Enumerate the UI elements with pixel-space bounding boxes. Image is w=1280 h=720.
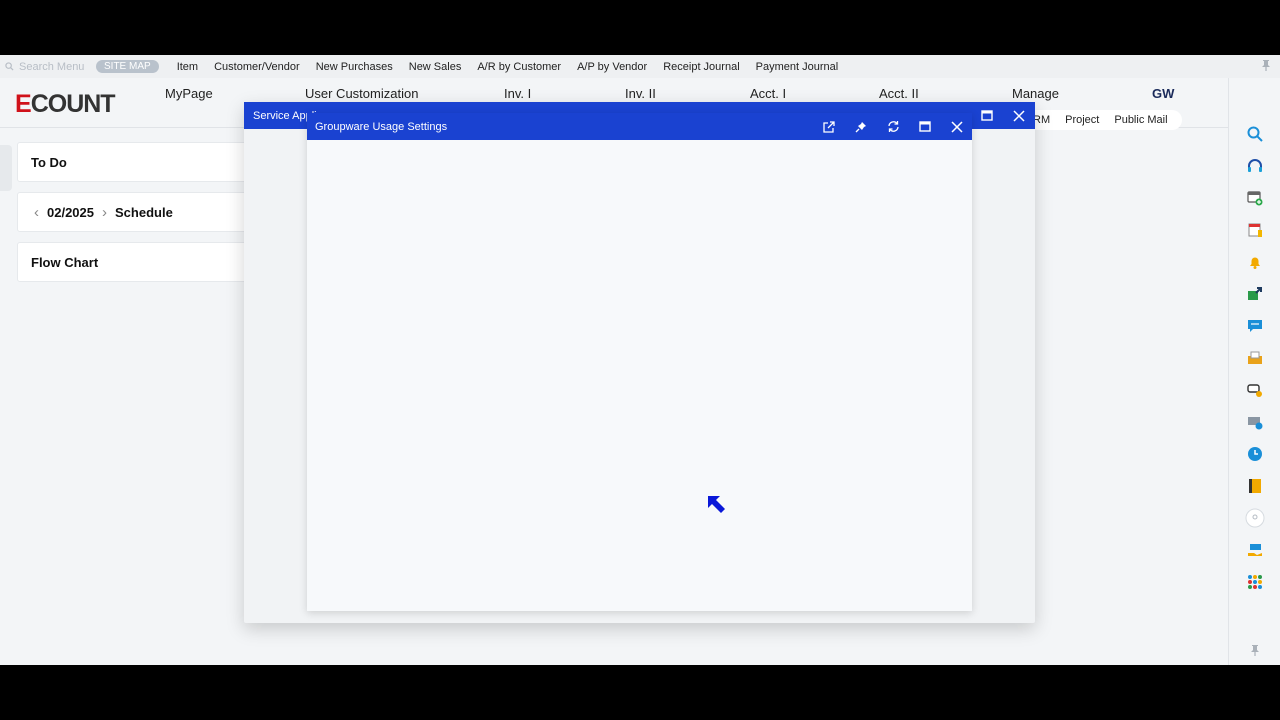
refresh-icon[interactable] bbox=[879, 113, 907, 140]
schedule-title: Schedule bbox=[115, 204, 173, 220]
groupware-usage-settings-title: Groupware Usage Settings bbox=[315, 120, 448, 133]
nav-acct-1[interactable]: Acct. I bbox=[750, 86, 786, 101]
maximize-icon[interactable] bbox=[973, 102, 1001, 129]
document-icon[interactable] bbox=[1245, 220, 1265, 240]
nav-inv-2[interactable]: Inv. II bbox=[625, 86, 656, 101]
add-window-icon[interactable] bbox=[1245, 188, 1265, 208]
hand-money-icon[interactable] bbox=[1245, 540, 1265, 560]
share-icon[interactable] bbox=[1245, 284, 1265, 304]
nav-manage[interactable]: Manage bbox=[1012, 86, 1059, 101]
right-icon-rail bbox=[1228, 78, 1280, 665]
flowchart-title: Flow Chart bbox=[31, 254, 99, 270]
close-icon[interactable] bbox=[943, 113, 971, 140]
pin-icon[interactable] bbox=[1261, 59, 1271, 74]
quick-new-purchases[interactable]: New Purchases bbox=[316, 61, 393, 73]
sidebar-grip-handle[interactable] bbox=[0, 145, 12, 191]
next-month-icon[interactable]: › bbox=[102, 204, 107, 221]
search-icon[interactable] bbox=[1245, 124, 1265, 144]
nav-user-customization[interactable]: User Customization bbox=[305, 86, 418, 101]
book-icon[interactable] bbox=[1245, 476, 1265, 496]
quick-payment-journal[interactable]: Payment Journal bbox=[756, 61, 839, 73]
quick-receipt-journal[interactable]: Receipt Journal bbox=[663, 61, 739, 73]
tab-public-mail[interactable]: Public Mail bbox=[1114, 114, 1167, 126]
pin-icon[interactable] bbox=[847, 113, 875, 140]
mouse-cursor-icon bbox=[706, 494, 728, 521]
card-icon[interactable] bbox=[1245, 380, 1265, 400]
bell-icon[interactable] bbox=[1245, 252, 1265, 272]
headset-icon[interactable] bbox=[1245, 156, 1265, 176]
payment-icon[interactable] bbox=[1245, 412, 1265, 432]
nav-inv-1[interactable]: Inv. I bbox=[504, 86, 531, 101]
quick-ar-by-customer[interactable]: A/R by Customer bbox=[477, 61, 561, 73]
maximize-icon[interactable] bbox=[911, 113, 939, 140]
todo-widget[interactable]: To Do bbox=[17, 142, 257, 182]
inbox-icon[interactable] bbox=[1245, 348, 1265, 368]
chat-icon[interactable] bbox=[1245, 316, 1265, 336]
nav-acct-2[interactable]: Acct. II bbox=[879, 86, 919, 101]
todo-title: To Do bbox=[31, 154, 67, 170]
quick-customer-vendor[interactable]: Customer/Vendor bbox=[214, 61, 300, 73]
groupware-usage-settings-modal: Groupware Usage Settings bbox=[307, 113, 972, 611]
schedule-date: 02/2025 bbox=[47, 204, 94, 220]
tab-project[interactable]: Project bbox=[1065, 114, 1099, 126]
clock-icon[interactable] bbox=[1245, 444, 1265, 464]
close-icon[interactable] bbox=[1005, 102, 1033, 129]
schedule-widget: ‹ 02/2025 › Schedule bbox=[17, 192, 257, 232]
search-icon bbox=[5, 62, 14, 71]
groupware-usage-settings-titlebar[interactable]: Groupware Usage Settings bbox=[307, 113, 972, 140]
sitemap-button[interactable]: SITE MAP bbox=[96, 60, 159, 73]
ecount-logo[interactable]: ECOUNT bbox=[15, 90, 116, 119]
nav-gw[interactable]: GW bbox=[1152, 86, 1174, 101]
quick-menu-bar: Search Menu SITE MAP Item Customer/Vendo… bbox=[0, 55, 1280, 78]
profile-icon[interactable] bbox=[1245, 508, 1265, 528]
quick-item[interactable]: Item bbox=[177, 61, 198, 73]
pin-icon[interactable] bbox=[1245, 640, 1265, 660]
apps-grid-icon[interactable] bbox=[1245, 572, 1265, 592]
search-menu[interactable]: Search Menu bbox=[0, 61, 96, 73]
search-menu-placeholder: Search Menu bbox=[19, 60, 85, 73]
quick-new-sales[interactable]: New Sales bbox=[409, 61, 462, 73]
nav-mypage[interactable]: MyPage bbox=[165, 86, 213, 101]
tab-rm[interactable]: RM bbox=[1033, 114, 1050, 126]
flowchart-widget[interactable]: Flow Chart bbox=[17, 242, 257, 282]
open-new-window-icon[interactable] bbox=[815, 113, 843, 140]
app-frame: Search Menu SITE MAP Item Customer/Vendo… bbox=[0, 55, 1280, 665]
quick-ap-by-vendor[interactable]: A/P by Vendor bbox=[577, 61, 647, 73]
prev-month-icon[interactable]: ‹ bbox=[34, 204, 39, 221]
